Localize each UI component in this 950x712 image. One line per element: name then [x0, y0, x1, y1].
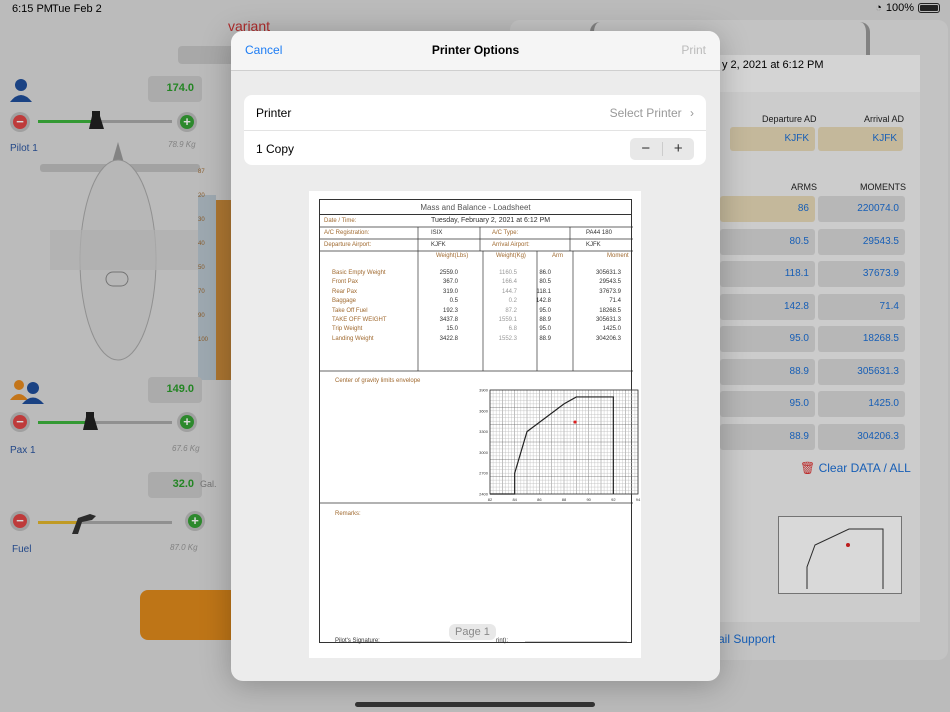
row-moment: 37673.9: [599, 288, 621, 295]
print-name-label: rint):: [496, 638, 508, 644]
aircraft-type-value: PA44 180: [586, 230, 612, 236]
aircraft-type-label: A/C Type:: [492, 230, 519, 236]
row-lbs: 2559.0: [439, 270, 458, 276]
row-name: Landing Weight: [332, 335, 374, 342]
registration-value: ISIX: [431, 230, 443, 236]
x-tick-label: 86: [537, 497, 542, 502]
cg-envelope-label: Center of gravity limits envelope: [335, 378, 421, 384]
home-indicator[interactable]: [355, 702, 595, 707]
x-tick-label: 84: [512, 497, 517, 502]
row-name: Baggage: [332, 298, 357, 305]
col-moment: Moment: [607, 253, 629, 259]
x-tick-label: 82: [488, 497, 493, 502]
copies-row: 1 Copy − +: [244, 130, 706, 165]
row-kg: 1559.1: [498, 317, 517, 323]
select-printer-value: Select Printer: [609, 106, 682, 120]
wifi-icon: ◔: [875, 2, 882, 14]
y-tick-label: 3300: [479, 429, 489, 434]
row-moment: 305631.3: [595, 270, 621, 276]
arrival-value: KJFK: [586, 242, 601, 248]
cg-point: [573, 420, 577, 424]
row-name: Rear Pax: [332, 288, 358, 295]
col-weight-kg: Weight(Kg): [496, 253, 526, 259]
cg-envelope-chart: 82 84 86 88 90 92 94 2400 2700 3000 3300 3600 3900: [479, 388, 641, 503]
x-tick-label: 94: [636, 497, 641, 502]
row-arm: 88.9: [539, 335, 551, 342]
row-name: Front Pax: [332, 279, 359, 286]
signature-label: Pilot's Signature:: [335, 638, 380, 644]
dialog-title: Printer Options: [431, 43, 520, 57]
battery-indicator: ◔ 100%: [875, 2, 940, 14]
status-bar: 6:15 PM Tue Feb 2 ◔ 100%: [0, 0, 950, 18]
row-arm: 88.9: [539, 317, 551, 323]
copies-label: 1 Copy: [256, 142, 295, 156]
row-name: Trip Weight: [332, 326, 363, 333]
row-arm: 118.1: [536, 288, 551, 295]
row-moment: 18268.5: [599, 307, 621, 314]
page-indicator: Page 1: [449, 624, 496, 640]
y-tick-label: 3900: [479, 388, 489, 393]
y-tick-label: 2700: [479, 471, 489, 476]
departure-value: KJFK: [431, 242, 446, 248]
print-button[interactable]: Print: [681, 43, 706, 57]
row-kg: 1552.3: [498, 335, 517, 342]
increase-copies-button[interactable]: +: [663, 138, 695, 160]
status-time: 6:15 PM: [12, 3, 53, 15]
row-name: TAKE OFF WEIGHT: [332, 317, 387, 323]
row-moment: 1425.0: [602, 326, 621, 333]
row-kg: 1160.5: [499, 270, 517, 276]
printer-settings-group: Printer Select Printer › 1 Copy − +: [244, 95, 706, 165]
row-moment: 304206.3: [595, 335, 621, 342]
chevron-right-icon: ›: [690, 106, 694, 120]
y-tick-label: 2400: [479, 492, 489, 497]
row-kg: 0.2: [508, 298, 517, 305]
row-lbs: 367.0: [442, 279, 458, 286]
row-lbs: 3437.8: [439, 317, 458, 323]
decrease-copies-button[interactable]: −: [630, 138, 662, 160]
row-moment: 71.4: [609, 298, 621, 305]
y-tick-label: 3600: [479, 408, 489, 413]
printer-options-dialog: Cancel Printer Options Print Printer Sel…: [231, 31, 720, 681]
remarks-label: Remarks:: [335, 511, 361, 517]
row-kg: 144.7: [501, 288, 517, 295]
registration-label: A/C Registration:: [324, 230, 370, 236]
print-preview-page[interactable]: Mass and Balance - Loadsheet Date / Time…: [309, 191, 641, 658]
col-weight-lbs: Weight(Lbs): [436, 253, 469, 259]
row-lbs: 192.3: [442, 307, 458, 314]
row-arm: 142.8: [535, 298, 551, 305]
row-name: Basic Empty Weight: [332, 270, 386, 276]
row-name: Take Off Fuel: [332, 307, 368, 314]
row-lbs: 319.0: [442, 288, 458, 295]
x-tick-label: 88: [562, 497, 567, 502]
loadsheet-title: Mass and Balance - Loadsheet: [320, 200, 631, 215]
loadsheet: Mass and Balance - Loadsheet Date / Time…: [319, 199, 641, 644]
row-kg: 166.4: [501, 279, 517, 286]
arrival-label: Arrival Airport:: [492, 242, 530, 248]
battery-percent: 100%: [885, 2, 914, 14]
row-arm: 80.5: [539, 279, 551, 286]
row-lbs: 3422.8: [439, 335, 458, 342]
printer-row[interactable]: Printer Select Printer ›: [244, 95, 706, 130]
date-label: Date / Time:: [324, 218, 357, 224]
row-lbs: 0.5: [449, 298, 458, 305]
date-value: Tuesday, February 2, 2021 at 6:12 PM: [431, 217, 551, 224]
row-moment: 305631.3: [595, 317, 621, 323]
battery-icon: [918, 3, 940, 13]
x-tick-label: 90: [586, 497, 591, 502]
row-arm: 86.0: [539, 270, 551, 276]
row-moment: 29543.5: [599, 279, 621, 286]
row-arm: 95.0: [539, 326, 551, 333]
x-tick-label: 92: [611, 497, 616, 502]
col-arm: Arm: [552, 253, 563, 259]
printer-label: Printer: [256, 106, 292, 120]
status-date: Tue Feb 2: [52, 3, 102, 15]
copies-stepper[interactable]: − +: [630, 138, 694, 160]
y-tick-label: 3000: [479, 450, 489, 455]
row-lbs: 15.0: [446, 326, 458, 333]
row-kg: 87.2: [505, 307, 517, 314]
dialog-header: Cancel Printer Options Print: [231, 31, 720, 71]
departure-label: Departure Airport:: [324, 242, 372, 248]
row-kg: 6.8: [508, 326, 517, 333]
row-arm: 95.0: [539, 307, 551, 314]
